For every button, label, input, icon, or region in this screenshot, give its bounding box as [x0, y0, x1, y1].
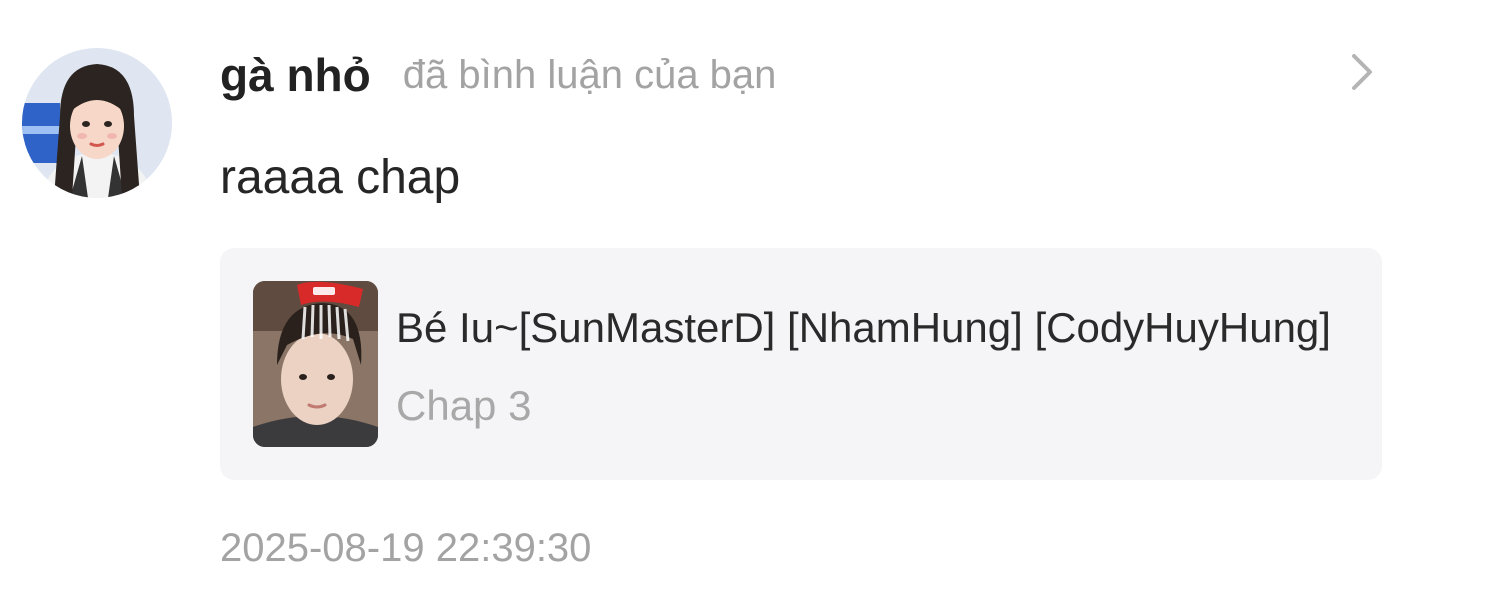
story-card[interactable]: Bé Iu~[SunMasterD] [NhamHung] [CodyHuyHu… — [220, 248, 1382, 480]
story-chapter: Chap 3 — [396, 382, 532, 429]
chevron-right-icon[interactable] — [1340, 48, 1384, 96]
comment-text: raaaa chap — [220, 151, 461, 204]
user-avatar[interactable] — [22, 48, 172, 198]
notification-header: gà nhỏ đã bình luận của bạn — [220, 40, 776, 110]
comment-notification[interactable]: gà nhỏ đã bình luận của bạn raaaa chap B… — [0, 0, 1490, 600]
action-text: đã bình luận của bạn — [402, 52, 777, 97]
story-title: Bé Iu~[SunMasterD] [NhamHung] [CodyHuyHu… — [396, 304, 1331, 351]
user-avatar-image — [22, 48, 172, 198]
timestamp: 2025-08-19 22:39:30 — [220, 526, 592, 570]
story-cover — [253, 281, 378, 447]
username[interactable]: gà nhỏ — [220, 48, 371, 102]
story-cover-image — [253, 281, 378, 447]
